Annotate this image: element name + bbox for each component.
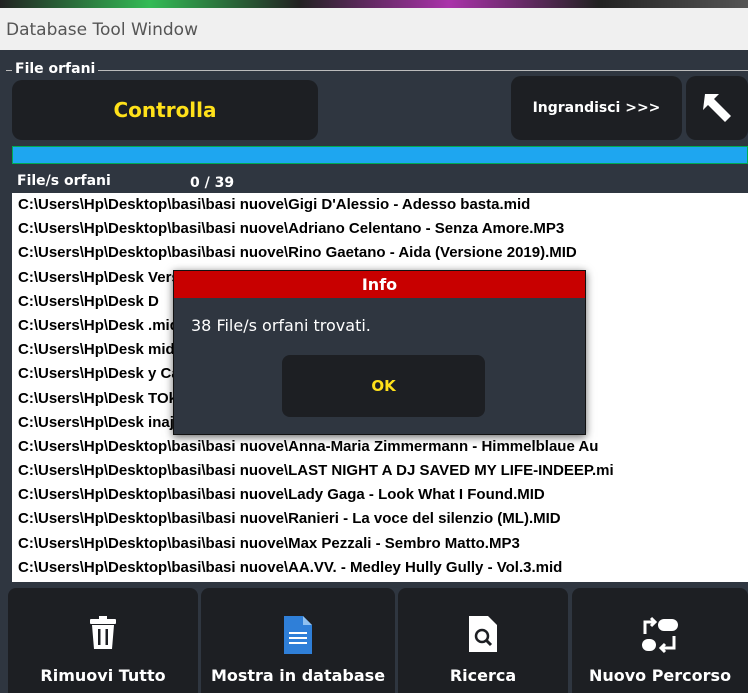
list-item[interactable]: C:\Users\Hp\Desktop\basi\basi nuove\Rino…: [12, 241, 748, 265]
remove-all-label: Rimuovi Tutto: [40, 666, 166, 685]
window-title: Database Tool Window: [6, 20, 198, 40]
search-button[interactable]: Ricerca: [398, 588, 568, 693]
enlarge-button[interactable]: Ingrandisci >>>: [511, 76, 682, 140]
list-item[interactable]: C:\Users\Hp\Desktop\basi\basi nuove\Anna…: [12, 435, 748, 459]
show-in-database-button[interactable]: Mostra in database: [201, 588, 395, 693]
back-button[interactable]: [686, 76, 748, 140]
document-icon: [284, 616, 312, 654]
trash-icon: [90, 616, 116, 649]
list-count: 0 / 39: [190, 175, 235, 191]
swap-path-icon: [642, 616, 678, 654]
ok-button[interactable]: OK: [282, 355, 485, 417]
search-label: Ricerca: [449, 666, 517, 685]
show-in-database-label: Mostra in database: [210, 666, 386, 685]
dialog-title: Info: [174, 271, 585, 298]
list-item[interactable]: C:\Users\Hp\Desktop\basi\basi nuove\LAST…: [12, 459, 748, 483]
list-item[interactable]: C:\Users\Hp\Desktop\basi\basi nuove\Rani…: [12, 507, 748, 531]
list-item[interactable]: C:\Users\Hp\Desktop\basi\basi nuove\Adri…: [12, 217, 748, 241]
title-bar: Database Tool Window: [0, 0, 748, 50]
list-item[interactable]: C:\Users\Hp\Desktop\basi\basi nuove\Gigi…: [12, 193, 748, 217]
list-item[interactable]: C:\Users\Hp\Desktop\basi\basi nuove\AA.V…: [12, 556, 748, 580]
progress-bar: [12, 146, 748, 164]
group-label: File orfani: [12, 61, 99, 77]
list-item[interactable]: C:\Users\Hp\Desktop\basi\basi nuove\Lady…: [12, 483, 748, 507]
group-border: [6, 70, 748, 71]
dialog-message: 38 File/s orfani trovati.: [191, 316, 371, 335]
remove-all-button[interactable]: Rimuovi Tutto: [8, 588, 198, 693]
file-search-icon: [469, 616, 497, 652]
background-strip: [0, 0, 748, 8]
check-button[interactable]: Controlla: [12, 80, 318, 140]
list-item[interactable]: C:\Users\Hp\Desktop\basi\basi nuove\Max …: [12, 532, 748, 556]
new-path-button[interactable]: Nuovo Percorso: [572, 588, 748, 693]
back-arrow-icon: [703, 94, 731, 122]
list-header: File/s orfani: [17, 173, 111, 189]
new-path-label: Nuovo Percorso: [588, 666, 732, 685]
info-dialog: Info 38 File/s orfani trovati. OK: [173, 270, 586, 435]
